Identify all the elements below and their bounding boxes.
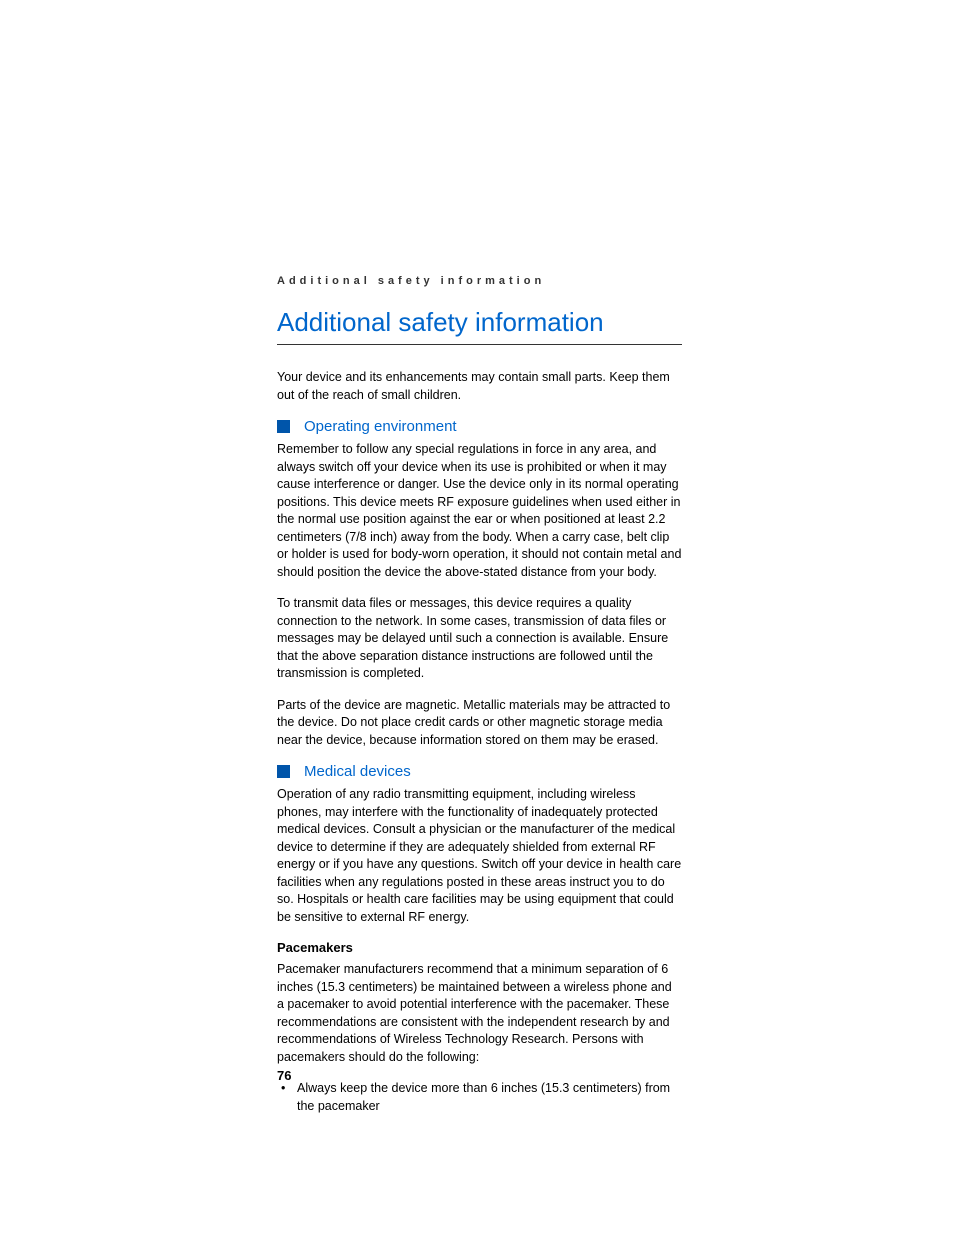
section-title: Operating environment <box>304 418 457 435</box>
section-title: Medical devices <box>304 763 411 780</box>
body-paragraph: Operation of any radio transmitting equi… <box>277 786 682 926</box>
body-paragraph: Parts of the device are magnetic. Metall… <box>277 697 682 750</box>
body-paragraph: To transmit data files or messages, this… <box>277 595 682 683</box>
square-bullet-icon <box>277 765 290 778</box>
bullet-list: Always keep the device more than 6 inche… <box>277 1080 682 1115</box>
page-number: 76 <box>277 1068 291 1083</box>
body-paragraph: Remember to follow any special regulatio… <box>277 441 682 581</box>
subsection-heading: Pacemakers <box>277 940 682 955</box>
running-header: Additional safety information <box>277 275 682 287</box>
section-heading-operating: Operating environment <box>277 418 682 435</box>
section-heading-medical: Medical devices <box>277 763 682 780</box>
intro-paragraph: Your device and its enhancements may con… <box>277 369 682 404</box>
page-title: Additional safety information <box>277 307 682 338</box>
body-paragraph: Pacemaker manufacturers recommend that a… <box>277 961 682 1066</box>
square-bullet-icon <box>277 420 290 433</box>
list-item: Always keep the device more than 6 inche… <box>277 1080 682 1115</box>
page-content: Additional safety information Additional… <box>277 275 682 1119</box>
title-underline <box>277 344 682 345</box>
